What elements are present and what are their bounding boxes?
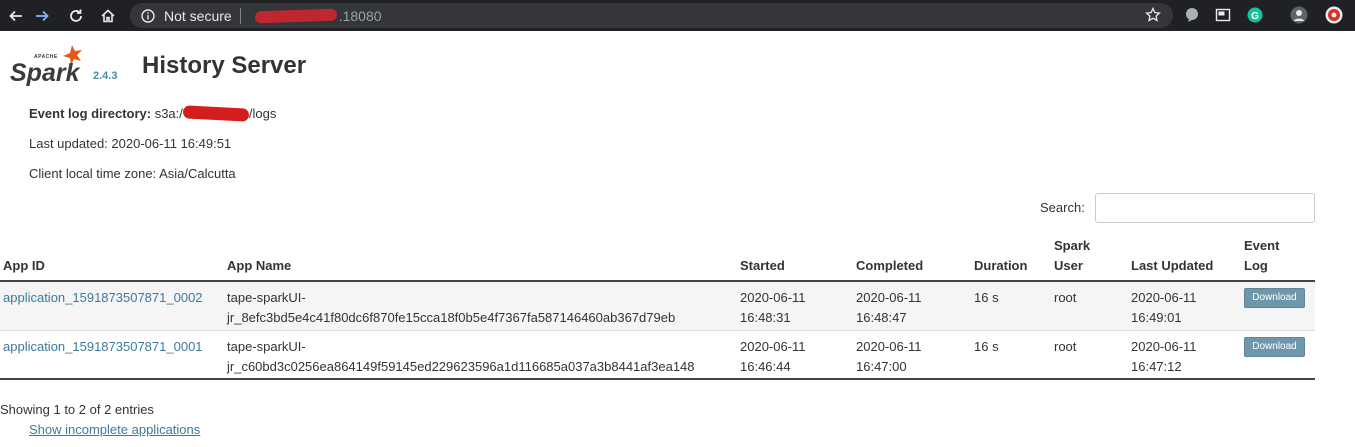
column-duration[interactable]: Duration xyxy=(974,256,1027,276)
duration-cell: 16 s xyxy=(974,339,999,354)
extension-red-icon[interactable] xyxy=(1325,6,1343,24)
last-updated-date: 2020-06-11 xyxy=(1131,339,1197,354)
column-event-log[interactable]: Event Log xyxy=(1244,236,1279,276)
browser-toolbar: Not secure .18080 G xyxy=(0,0,1355,31)
page-title: History Server xyxy=(142,52,307,79)
url-port[interactable]: .18080 xyxy=(339,8,382,24)
entries-info: Showing 1 to 2 of 2 entries xyxy=(0,402,154,417)
column-spark-user[interactable]: Spark User xyxy=(1054,236,1090,276)
address-bar[interactable]: Not secure .18080 xyxy=(130,3,1173,28)
column-event-log-line1: Event xyxy=(1244,238,1280,253)
grammarly-icon[interactable]: G xyxy=(1246,6,1264,24)
home-icon[interactable] xyxy=(98,6,118,26)
table-row: application_1591873507871_0001 tape-spar… xyxy=(0,331,1315,380)
separator xyxy=(239,7,241,24)
app-name-line2: jr_c60bd3c0256ea864149f59145ed229623596a… xyxy=(227,359,695,374)
last-updated: Last updated: 2020-06-11 16:49:51 xyxy=(29,136,232,151)
table-header: App ID App Name Started Completed Durati… xyxy=(0,236,1315,282)
download-button[interactable]: Download xyxy=(1244,288,1305,308)
search-input[interactable] xyxy=(1095,193,1315,223)
app-name-line1: tape-sparkUI- xyxy=(227,339,306,354)
url-redaction xyxy=(254,8,337,23)
started-time: 16:46:44 xyxy=(740,359,791,374)
last-updated-time: 16:49:01 xyxy=(1131,310,1182,325)
app-name: tape-sparkUI- jr_c60bd3c0256ea864149f591… xyxy=(227,337,695,377)
svg-text:Spark: Spark xyxy=(10,59,81,87)
info-icon[interactable] xyxy=(141,8,155,23)
app-id-link[interactable]: application_1591873507871_0002 xyxy=(3,288,203,308)
column-last-updated[interactable]: Last Updated xyxy=(1131,256,1213,276)
last-updated-cell: 2020-06-11 16:49:01 xyxy=(1131,288,1197,328)
profile-avatar-icon[interactable] xyxy=(1290,6,1308,24)
started-date: 2020-06-11 xyxy=(740,290,806,305)
bookmark-star-icon[interactable] xyxy=(1145,6,1161,28)
started-time: 16:48:31 xyxy=(740,310,791,325)
completed-cell: 2020-06-11 16:47:00 xyxy=(856,337,922,377)
applications-table: App ID App Name Started Completed Durati… xyxy=(0,236,1315,380)
show-incomplete-link[interactable]: Show incomplete applications xyxy=(29,422,200,437)
spark-version: 2.4.3 xyxy=(93,70,118,82)
app-id-link[interactable]: application_1591873507871_0001 xyxy=(3,337,203,357)
column-app-id[interactable]: App ID xyxy=(3,256,45,276)
completed-date: 2020-06-11 xyxy=(856,339,922,354)
last-updated-time: 16:47:12 xyxy=(1131,359,1182,374)
user-cell: root xyxy=(1054,339,1077,354)
completed-time: 16:47:00 xyxy=(856,359,907,374)
duration-cell: 16 s xyxy=(974,290,999,305)
chat-extension-icon[interactable] xyxy=(1183,6,1201,24)
column-completed[interactable]: Completed xyxy=(856,256,923,276)
svg-text:G: G xyxy=(1251,11,1259,22)
path-redaction xyxy=(182,105,250,122)
event-log-prefix: s3a:/ xyxy=(154,106,183,121)
column-started[interactable]: Started xyxy=(740,256,785,276)
column-spark-user-line1: Spark xyxy=(1054,238,1091,253)
window-extension-icon[interactable] xyxy=(1214,6,1232,24)
column-event-log-line2: Log xyxy=(1244,258,1268,273)
column-app-name[interactable]: App Name xyxy=(227,256,291,276)
timezone-info: Client local time zone: Asia/Calcutta xyxy=(29,166,236,181)
event-log-directory: Event log directory: s3a:/ /logs xyxy=(29,105,277,122)
event-log-label: Event log directory: xyxy=(29,106,152,121)
reload-icon[interactable] xyxy=(66,6,86,26)
started-cell: 2020-06-11 16:46:44 xyxy=(740,337,806,377)
table-row: application_1591873507871_0002 tape-spar… xyxy=(0,282,1315,331)
column-spark-user-line2: User xyxy=(1054,258,1083,273)
back-arrow-icon[interactable] xyxy=(6,6,26,26)
search-label: Search: xyxy=(1040,200,1085,215)
completed-cell: 2020-06-11 16:48:47 xyxy=(856,288,922,328)
app-name-line1: tape-sparkUI- xyxy=(227,290,306,305)
forward-arrow-icon[interactable] xyxy=(32,6,52,26)
app-name-line2: jr_8efc3bd5e4c41f80dc6f870fe15cca18f0b5e… xyxy=(227,310,676,325)
last-updated-date: 2020-06-11 xyxy=(1131,290,1197,305)
event-log-suffix: /logs xyxy=(248,106,277,121)
user-cell: root xyxy=(1054,290,1077,305)
completed-date: 2020-06-11 xyxy=(856,290,922,305)
security-label[interactable]: Not secure xyxy=(164,8,232,24)
app-name: tape-sparkUI- jr_8efc3bd5e4c41f80dc6f870… xyxy=(227,288,675,328)
download-button[interactable]: Download xyxy=(1244,337,1305,357)
last-updated-cell: 2020-06-11 16:47:12 xyxy=(1131,337,1197,377)
completed-time: 16:48:47 xyxy=(856,310,907,325)
started-cell: 2020-06-11 16:48:31 xyxy=(740,288,806,328)
started-date: 2020-06-11 xyxy=(740,339,806,354)
